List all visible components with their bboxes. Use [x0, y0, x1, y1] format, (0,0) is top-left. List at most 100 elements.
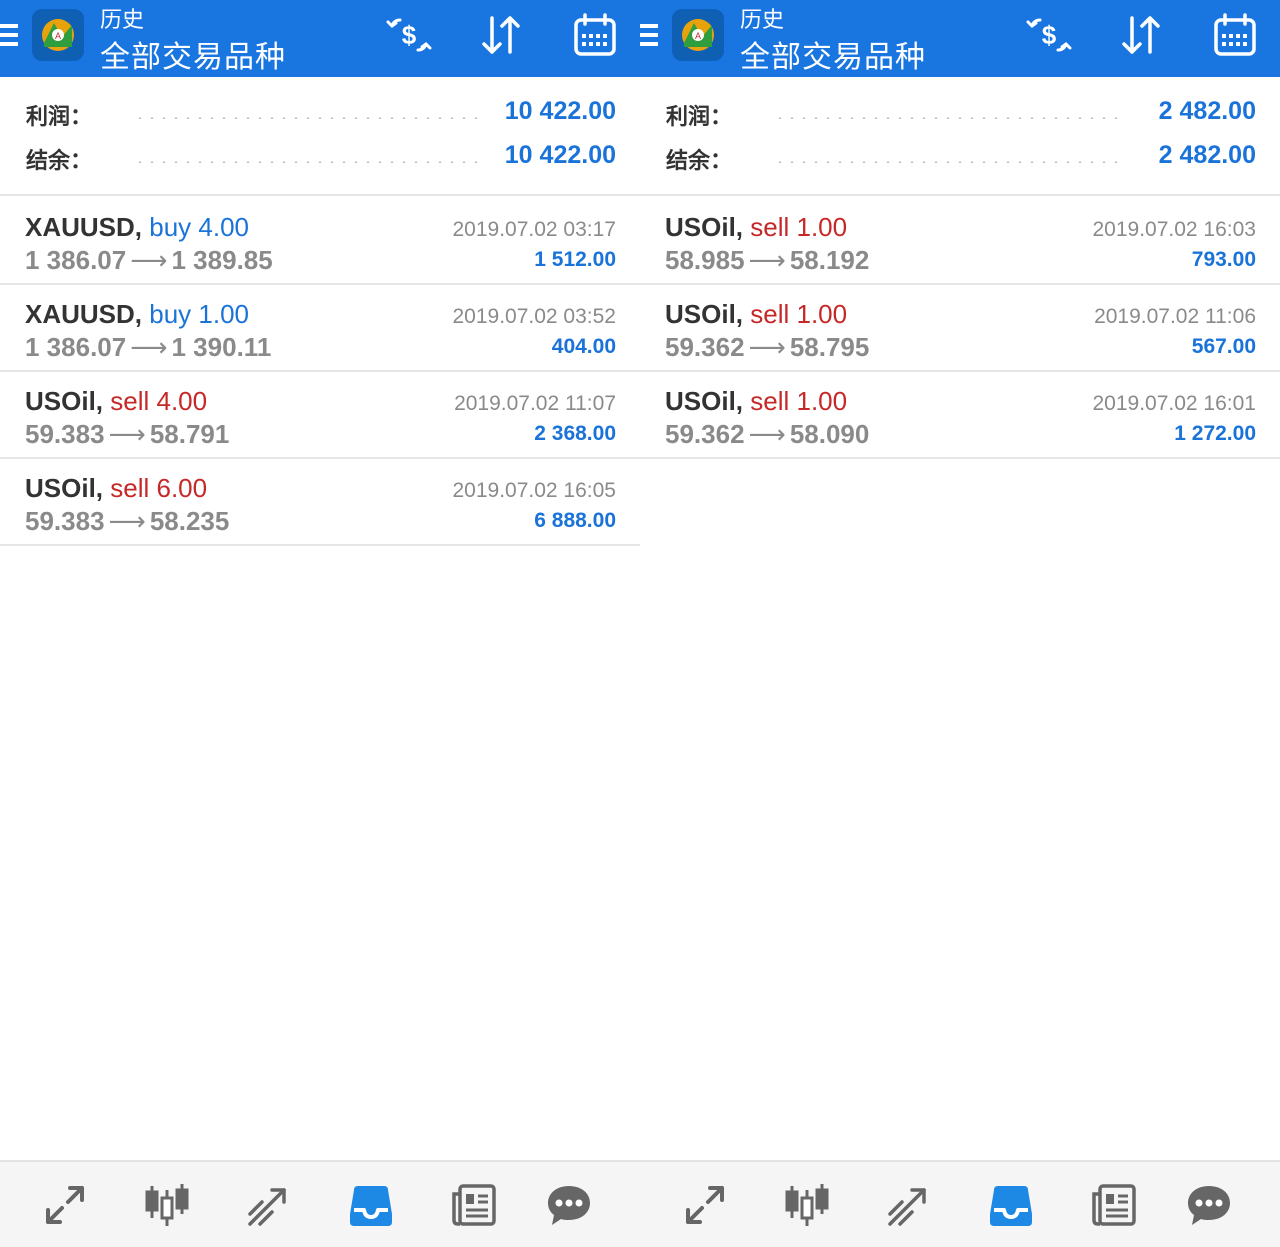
deal-time: 2019.07.02 16:03	[1092, 218, 1257, 241]
profit-value: 2 482.00	[1158, 97, 1256, 125]
deal-open-price: 1 386.07	[25, 332, 127, 362]
svg-text:A: A	[55, 31, 61, 41]
dotted-leader	[774, 161, 1124, 163]
exchange-icon[interactable]: $	[384, 12, 434, 58]
news-icon[interactable]	[450, 1180, 500, 1230]
history-panel-left: A 历史 全部交易品种 $ 利润： 10 422.00 结余： 10 422.0…	[0, 0, 640, 1247]
deal-open-price: 59.383	[25, 506, 105, 536]
sort-icon[interactable]	[1116, 12, 1166, 58]
svg-text:$: $	[402, 20, 417, 50]
chat-icon[interactable]	[1184, 1180, 1234, 1230]
deal-row[interactable]: XAUUSD, buy 4.00 1 386.07 ⟶ 1 389.85 2019.…	[0, 198, 640, 285]
history-icon[interactable]	[986, 1180, 1036, 1230]
deal-volume: 1.00	[198, 299, 250, 329]
metatrader-logo-icon: A	[672, 9, 724, 61]
exchange-icon[interactable]: $	[1024, 12, 1074, 58]
deal-time: 2019.07.02 03:17	[452, 218, 617, 241]
deal-direction: sell	[750, 299, 790, 329]
deal-volume: 1.00	[796, 212, 848, 242]
trade-icon[interactable]	[244, 1180, 294, 1230]
header-title[interactable]: 全部交易品种	[740, 32, 926, 76]
quotes-icon[interactable]	[40, 1180, 90, 1230]
deal-row[interactable]: XAUUSD, buy 1.00 1 386.07 ⟶ 1 390.11 2019.…	[0, 285, 640, 372]
svg-text:$: $	[1042, 20, 1057, 50]
summary-block: 利润： 10 422.00 结余： 10 422.00	[0, 77, 640, 196]
deal-direction: sell	[110, 386, 150, 416]
deal-row[interactable]: USOil, sell 1.00 59.362 ⟶ 58.795 2019.07.0…	[640, 285, 1280, 372]
header-subtitle: 历史	[740, 7, 785, 32]
deal-direction: buy	[149, 299, 192, 329]
deal-symbol: USOil,	[665, 212, 744, 242]
deal-close-price: 58.235	[149, 506, 230, 536]
bottom-nav	[640, 1160, 1280, 1247]
profit-row: 利润： 2 482.00	[666, 95, 1256, 135]
balance-row: 结余： 10 422.00	[26, 139, 616, 179]
bottom-nav	[0, 1160, 640, 1247]
deal-symbol: USOil,	[25, 386, 104, 416]
deal-open-price: 58.985	[665, 245, 745, 275]
deal-close-price: 58.192	[789, 245, 870, 275]
deal-symbol: USOil,	[25, 473, 104, 503]
dotted-leader	[774, 117, 1124, 119]
arrow-right-icon: ⟶	[748, 245, 786, 275]
profit-label: 利润：	[666, 104, 733, 129]
header-subtitle: 历史	[100, 7, 145, 32]
dotted-leader	[134, 117, 484, 119]
hamburger-menu-icon[interactable]	[640, 24, 660, 48]
app-header: A 历史 全部交易品种 $	[0, 0, 640, 77]
chat-icon[interactable]	[544, 1180, 594, 1230]
deal-row[interactable]: USOil, sell 6.00 59.383 ⟶ 58.235 2019.07.0…	[0, 459, 640, 546]
deal-symbol: XAUUSD,	[25, 212, 143, 242]
deal-volume: 4.00	[156, 386, 208, 416]
deal-time: 2019.07.02 11:06	[1094, 305, 1256, 328]
deal-close-price: 1 390.11	[171, 332, 272, 362]
deal-close-price: 58.090	[789, 419, 870, 449]
calendar-icon[interactable]	[1210, 12, 1260, 58]
hamburger-menu-icon[interactable]	[0, 24, 20, 48]
balance-label: 结余：	[666, 148, 733, 173]
deal-volume: 1.00	[796, 386, 848, 416]
arrow-right-icon: ⟶	[748, 419, 786, 449]
arrow-right-icon: ⟶	[108, 419, 146, 449]
deal-profit: 6 888.00	[534, 509, 616, 532]
sort-icon[interactable]	[476, 12, 526, 58]
deal-close-price: 58.791	[149, 419, 230, 449]
calendar-icon[interactable]	[570, 12, 620, 58]
arrow-right-icon: ⟶	[108, 506, 146, 536]
balance-value: 10 422.00	[504, 141, 616, 169]
deal-profit: 1 272.00	[1174, 422, 1256, 445]
charts-icon[interactable]	[782, 1180, 832, 1230]
svg-text:A: A	[695, 31, 701, 41]
summary-block: 利润： 2 482.00 结余： 2 482.00	[640, 77, 1280, 196]
page: A 历史 全部交易品种 $ 利润： 10 422.00 结余： 10 422.0…	[0, 0, 1280, 1247]
app-header: A 历史 全部交易品种 $	[640, 0, 1280, 77]
deal-time: 2019.07.02 16:01	[1092, 392, 1257, 415]
deal-direction: buy	[149, 212, 192, 242]
balance-value: 2 482.00	[1158, 141, 1256, 169]
deal-profit: 404.00	[551, 335, 616, 358]
profit-label: 利润：	[26, 104, 93, 129]
deal-open-price: 59.362	[665, 332, 745, 362]
trade-icon[interactable]	[884, 1180, 934, 1230]
deal-symbol: XAUUSD,	[25, 299, 143, 329]
header-title[interactable]: 全部交易品种	[100, 32, 286, 76]
deal-row[interactable]: USOil, sell 4.00 59.383 ⟶ 58.791 2019.07.0…	[0, 372, 640, 459]
quotes-icon[interactable]	[680, 1180, 730, 1230]
deal-volume: 4.00	[198, 212, 250, 242]
balance-label: 结余：	[26, 148, 93, 173]
deal-profit: 793.00	[1191, 248, 1256, 271]
deal-direction: sell	[110, 473, 150, 503]
deal-row[interactable]: USOil, sell 1.00 59.362 ⟶ 58.090 2019.07.0…	[640, 372, 1280, 459]
deal-direction: sell	[750, 212, 790, 242]
arrow-right-icon: ⟶	[130, 245, 168, 275]
history-icon[interactable]	[346, 1180, 396, 1230]
deal-symbol: USOil,	[665, 386, 744, 416]
deal-symbol: USOil,	[665, 299, 744, 329]
news-icon[interactable]	[1090, 1180, 1140, 1230]
deal-open-price: 59.362	[665, 419, 745, 449]
deal-row[interactable]: USOil, sell 1.00 58.985 ⟶ 58.192 2019.07.0…	[640, 198, 1280, 285]
charts-icon[interactable]	[142, 1180, 192, 1230]
deal-volume: 1.00	[796, 299, 848, 329]
deal-close-price: 1 389.85	[171, 245, 273, 275]
deal-open-price: 1 386.07	[25, 245, 127, 275]
